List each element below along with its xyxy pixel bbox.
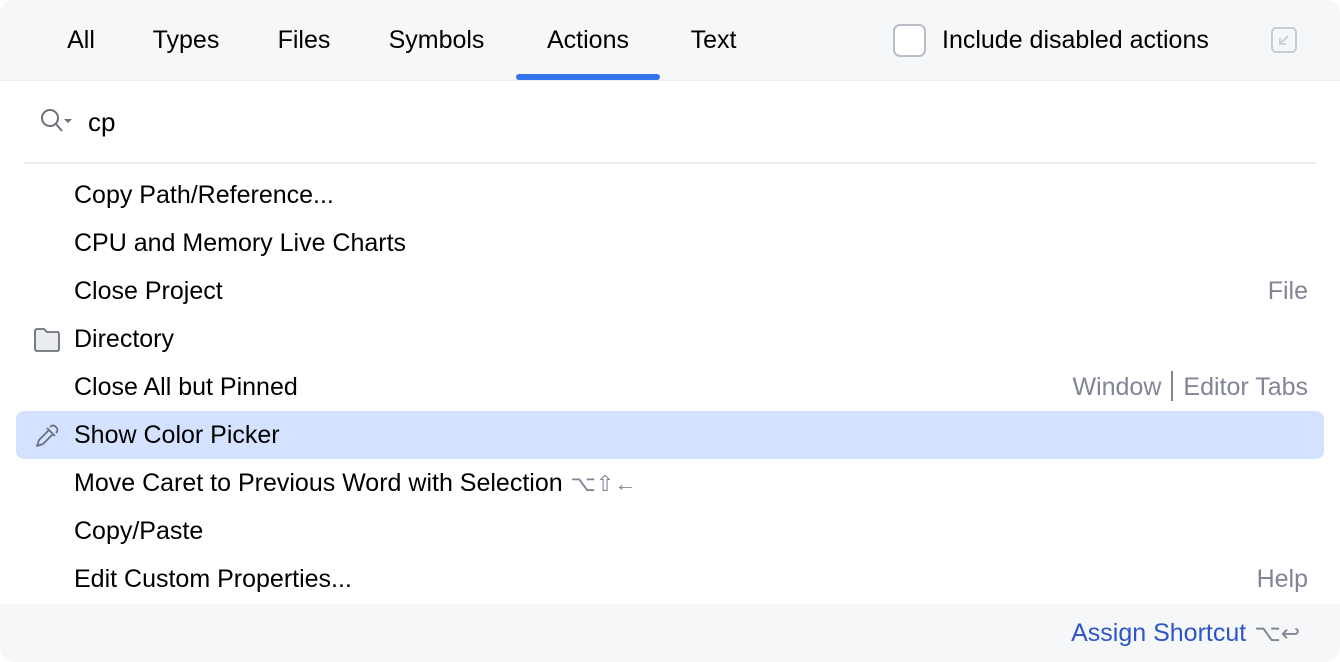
tab-text[interactable]: Text [686, 0, 741, 81]
item-label: CPU and Memory Live Charts [74, 229, 407, 257]
tab-label: Files [277, 26, 331, 54]
item-label: Close All but Pinned [74, 373, 298, 401]
tab-symbols[interactable]: Symbols [384, 0, 489, 81]
assign-shortcut: Assign Shortcut ⌥↩ [1071, 604, 1300, 662]
item-shortcut: ⌥⇧← [570, 471, 637, 496]
tab-label: Symbols [388, 26, 485, 54]
group-part: Editor Tabs [1183, 373, 1308, 401]
item-group: Help [1256, 565, 1308, 593]
eyedropper-icon [36, 424, 59, 447]
list-item[interactable]: Copy Path/Reference... [16, 171, 1324, 219]
tab-label: All [67, 26, 95, 54]
group-part: Window [1072, 373, 1162, 401]
tab-types[interactable]: Types [148, 0, 224, 81]
footer-bar: Assign Shortcut ⌥↩ [0, 604, 1340, 662]
item-label: Directory [74, 325, 175, 353]
include-disabled-checkbox[interactable] [893, 24, 926, 57]
item-label: Edit Custom Properties... [74, 565, 352, 593]
item-label-text: Move Caret to Previous Word with Selecti… [74, 469, 563, 497]
open-in-tool-window-button[interactable] [1271, 27, 1297, 53]
tab-actions[interactable]: Actions [516, 0, 660, 81]
tab-label: Types [152, 26, 220, 54]
item-label: Copy/Paste [74, 517, 204, 545]
include-disabled-label: Include disabled actions [942, 26, 1209, 54]
search-input[interactable] [88, 100, 1288, 144]
active-tab-indicator [516, 74, 660, 80]
item-group: File [1267, 277, 1308, 305]
group-separator [1171, 371, 1174, 402]
assign-shortcut-link[interactable]: Assign Shortcut [1071, 619, 1246, 647]
list-item[interactable]: Edit Custom Properties... Help [16, 555, 1324, 603]
item-label: Show Color Picker [74, 421, 280, 449]
collapse-arrow-icon [1279, 35, 1289, 45]
list-item-selected[interactable]: Show Color Picker [16, 411, 1324, 459]
tab-bar: All Types Files Symbols Actions Text Inc… [0, 0, 1340, 81]
tab-files[interactable]: Files [276, 0, 332, 81]
search-divider [24, 162, 1316, 164]
search-with-options-icon[interactable] [40, 108, 76, 136]
include-disabled-actions-toggle[interactable]: Include disabled actions [893, 24, 1209, 57]
list-item[interactable]: CPU and Memory Live Charts [16, 219, 1324, 267]
assign-shortcut-keys: ⌥↩ [1254, 620, 1300, 646]
folder-icon [34, 328, 60, 352]
tab-label: Text [690, 26, 737, 54]
list-item[interactable]: Directory [16, 315, 1324, 363]
list-item[interactable]: Copy/Paste [16, 507, 1324, 555]
item-group: Window Editor Tabs [1072, 363, 1308, 411]
tab-label: Actions [547, 26, 629, 54]
item-label: Move Caret to Previous Word with Selecti… [74, 459, 636, 508]
list-item[interactable]: Close Project File [16, 267, 1324, 315]
list-item[interactable]: Close All but Pinned Window Editor Tabs [16, 363, 1324, 411]
item-label: Close Project [74, 277, 223, 305]
list-item[interactable]: Move Caret to Previous Word with Selecti… [16, 459, 1324, 507]
search-everywhere-popup: All Types Files Symbols Actions Text Inc… [0, 0, 1340, 662]
tab-all[interactable]: All [66, 0, 96, 81]
item-label: Copy Path/Reference... [74, 181, 334, 209]
